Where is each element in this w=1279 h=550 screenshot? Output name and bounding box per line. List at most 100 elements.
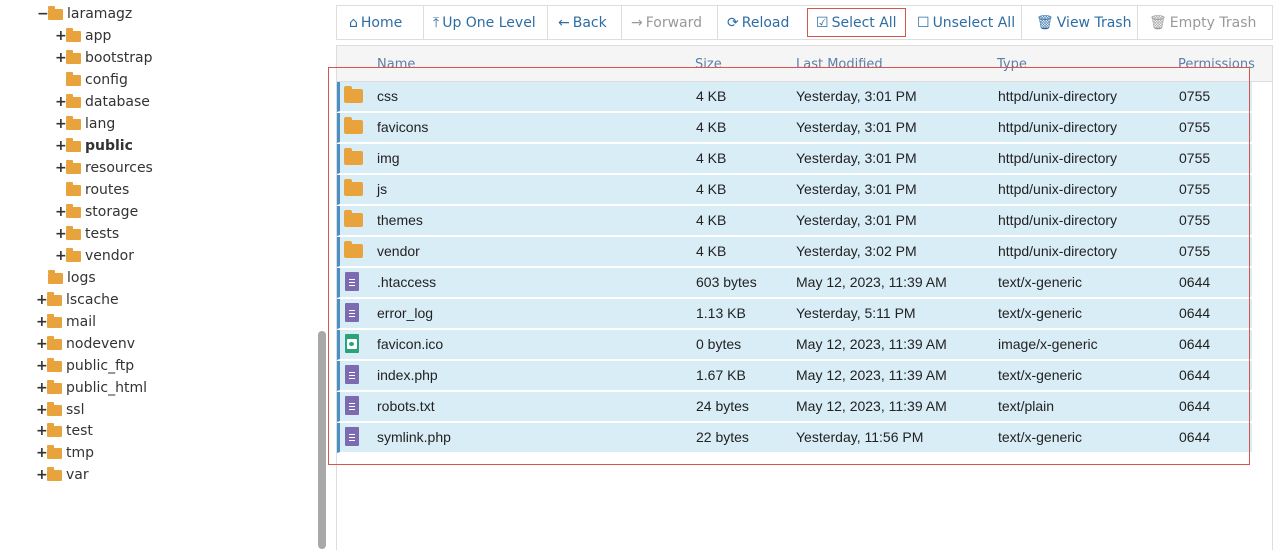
tree-item-tests[interactable]: + tests (55, 223, 119, 245)
expand-icon[interactable]: + (55, 204, 67, 220)
column-header-type[interactable]: Type (997, 57, 1027, 72)
file-name[interactable]: error_log (377, 305, 433, 321)
column-header-last-modified[interactable]: Last Modified (796, 57, 883, 72)
tree-item-label: public_ftp (66, 358, 135, 374)
tree-item-test[interactable]: + test (36, 420, 93, 442)
file-name[interactable]: themes (377, 212, 423, 228)
file-type: httpd/unix-directory (998, 212, 1118, 228)
tree-item-public[interactable]: + public (55, 135, 133, 157)
table-row[interactable]: .htaccess 603 bytes May 12, 2023, 11:39 AM… (337, 268, 1252, 298)
view-trash-button[interactable]: 🗑 View Trash (1036, 6, 1131, 39)
file-type: text/x-generic (998, 367, 1083, 383)
expand-icon[interactable]: + (55, 116, 67, 132)
table-row[interactable]: img 4 KB Yesterday, 3:01 PM httpd/unix-dire… (337, 144, 1252, 174)
refresh-icon: ⟳ (727, 14, 739, 31)
file-name[interactable]: img (377, 150, 400, 166)
tree-item-ssl[interactable]: + ssl (36, 399, 84, 421)
tree-item-var[interactable]: + var (36, 464, 89, 486)
tree-item-lang[interactable]: + lang (55, 113, 115, 135)
table-row[interactable]: favicon.ico 0 bytes May 12, 2023, 11:39 AM… (337, 330, 1252, 360)
up-one-level-button[interactable]: ⤒ Up One Level (433, 6, 536, 39)
tree-item-label: vendor (85, 248, 134, 264)
column-header-name[interactable]: Name (377, 57, 415, 72)
expand-icon[interactable]: + (36, 402, 48, 418)
expand-icon[interactable]: + (55, 50, 67, 66)
folder-icon (66, 225, 81, 240)
tree-item-public-html[interactable]: + public_html (36, 377, 147, 399)
expand-icon[interactable]: + (36, 358, 48, 374)
file-name[interactable]: .htaccess (377, 274, 436, 290)
tree-item-config[interactable]: config (55, 69, 128, 91)
tree-item-tmp[interactable]: + tmp (36, 442, 94, 464)
file-name[interactable]: vendor (377, 243, 420, 259)
tree-item-bootstrap[interactable]: + bootstrap (55, 47, 153, 69)
tree-item-public-ftp[interactable]: + public_ftp (36, 355, 134, 377)
table-row[interactable]: robots.txt 24 bytes May 12, 2023, 11:39 AM… (337, 392, 1252, 422)
folder-icon (344, 117, 363, 134)
forward-button[interactable]: → Forward (631, 6, 702, 39)
empty-trash-button[interactable]: 🗑 Empty Trash (1149, 6, 1256, 39)
column-header-size[interactable]: Size (695, 57, 722, 72)
file-name[interactable]: index.php (377, 367, 438, 383)
table-row[interactable]: js 4 KB Yesterday, 3:01 PM httpd/unix-direc… (337, 175, 1252, 205)
table-row[interactable]: themes 4 KB Yesterday, 3:01 PM httpd/unix-d… (337, 206, 1252, 236)
table-row[interactable]: css 4 KB Yesterday, 3:01 PM httpd/unix-dire… (337, 82, 1252, 112)
tree-item-nodevenv[interactable]: + nodevenv (36, 333, 135, 355)
tree-item-database[interactable]: + database (55, 91, 150, 113)
toolbar-divider (423, 6, 424, 39)
table-row[interactable]: favicons 4 KB Yesterday, 3:01 PM httpd/unix… (337, 113, 1252, 143)
expand-icon[interactable]: + (36, 445, 48, 461)
collapse-icon[interactable]: − (37, 6, 49, 22)
tree-item-lscache[interactable]: + lscache (36, 289, 119, 311)
tree-item-logs[interactable]: logs (37, 267, 96, 289)
expand-icon[interactable]: + (55, 28, 67, 44)
back-button[interactable]: ← Back (558, 6, 607, 39)
expand-icon[interactable]: + (36, 336, 48, 352)
reload-button[interactable]: ⟳ Reload (727, 6, 789, 39)
expand-icon[interactable]: + (55, 248, 67, 264)
home-button[interactable]: ⌂ Home (349, 6, 402, 39)
table-row[interactable]: index.php 1.67 KB May 12, 2023, 11:39 AM te… (337, 361, 1252, 391)
tree-item-label: var (66, 467, 89, 483)
tree-item-mail[interactable]: + mail (36, 311, 96, 333)
file-size: 603 bytes (696, 274, 757, 290)
folder-icon (66, 71, 81, 86)
expand-icon[interactable]: + (36, 292, 48, 308)
table-row[interactable]: error_log 1.13 KB Yesterday, 5:11 PM text/x… (337, 299, 1252, 329)
tree-item-routes[interactable]: routes (55, 179, 129, 201)
select-all-button[interactable]: ☑ Select All (807, 8, 906, 37)
expand-icon[interactable]: + (36, 314, 48, 330)
file-name[interactable]: robots.txt (377, 398, 435, 414)
file-name[interactable]: favicon.ico (377, 336, 443, 352)
table-row[interactable]: vendor 4 KB Yesterday, 3:02 PM httpd/unix-d… (337, 237, 1252, 267)
file-permissions: 0644 (1179, 398, 1211, 414)
file-name[interactable]: symlink.php (377, 429, 451, 445)
expand-icon[interactable]: + (55, 138, 67, 154)
file-name[interactable]: favicons (377, 119, 428, 135)
folder-icon (47, 379, 62, 394)
column-header-permissions[interactable]: Permissions (1178, 57, 1255, 72)
tree-item-label: routes (85, 182, 130, 198)
file-name[interactable]: css (377, 88, 398, 104)
tree-item-storage[interactable]: + storage (55, 201, 138, 223)
expand-icon[interactable]: + (36, 467, 48, 483)
tree-scrollbar-thumb[interactable] (318, 331, 326, 549)
file-permissions: 0644 (1179, 367, 1211, 383)
tree-item-laramagz[interactable]: − laramagz (37, 3, 132, 25)
folder-tree: − laramagz + app + bootstrap config + database + l… (0, 0, 316, 550)
unselect-all-button[interactable]: ☐ Unselect All (917, 6, 1015, 39)
file-name[interactable]: js (377, 181, 387, 197)
tree-item-resources[interactable]: + resources (55, 157, 153, 179)
expand-icon[interactable]: + (36, 380, 48, 396)
expand-icon[interactable]: + (55, 94, 67, 110)
table-row[interactable]: symlink.php 22 bytes Yesterday, 11:56 PM te… (337, 423, 1252, 453)
file-modified: May 12, 2023, 11:39 AM (796, 398, 947, 414)
tree-item-vendor[interactable]: + vendor (55, 245, 134, 267)
file-modified: Yesterday, 3:01 PM (796, 181, 917, 197)
tree-item-app[interactable]: + app (55, 25, 111, 47)
expand-icon[interactable]: + (36, 423, 48, 439)
expand-icon[interactable]: + (55, 226, 67, 242)
file-permissions: 0644 (1179, 336, 1211, 352)
file-size: 4 KB (696, 119, 727, 135)
expand-icon[interactable]: + (55, 160, 67, 176)
